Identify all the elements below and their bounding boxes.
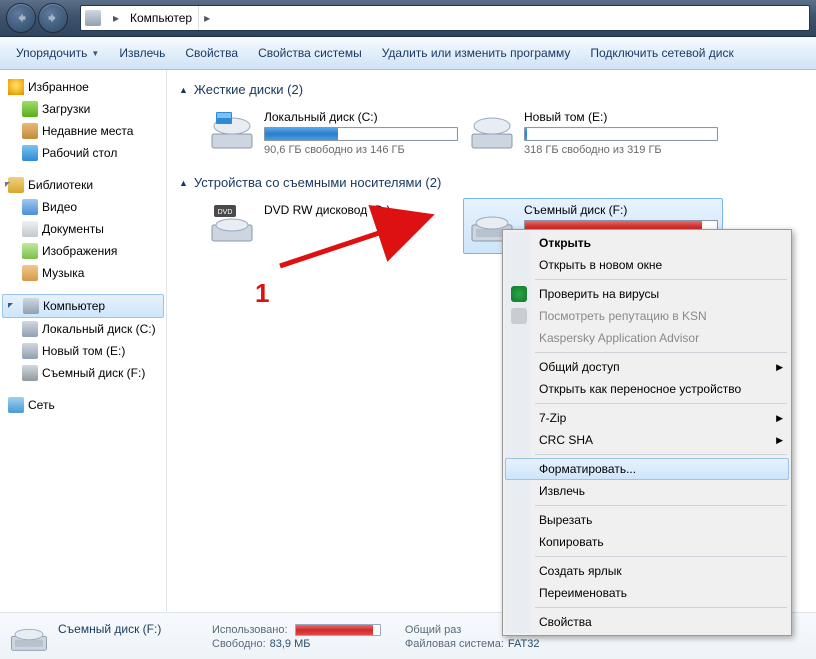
hdd-icon xyxy=(22,343,38,359)
status-used-label: Использовано: xyxy=(212,624,288,636)
ctx-open-portable[interactable]: Открыть как переносное устройство xyxy=(505,378,789,400)
ctx-kaspersky-advisor: Kaspersky Application Advisor xyxy=(505,327,789,349)
removable-disk-icon xyxy=(8,617,50,655)
eject-button[interactable]: Извлечь xyxy=(109,37,175,69)
breadcrumb-chevron-icon[interactable]: ▸ xyxy=(199,11,215,25)
capacity-bar xyxy=(264,127,458,141)
forward-button[interactable] xyxy=(38,3,68,33)
removable-disk-icon xyxy=(22,365,38,381)
recent-icon xyxy=(22,123,38,139)
collapse-caret-icon[interactable]: ▲ xyxy=(179,178,188,188)
ctx-eject[interactable]: Извлечь xyxy=(505,480,789,502)
nav-favorites[interactable]: Избранное xyxy=(0,76,166,98)
downloads-icon xyxy=(22,101,38,117)
status-drive-name: Съемный диск (F:) xyxy=(58,622,188,636)
drive-label: DVD RW дисковод (D:) xyxy=(264,203,458,217)
drive-label: Съемный диск (F:) xyxy=(524,203,718,217)
nav-desktop[interactable]: Рабочий стол xyxy=(0,142,166,164)
status-fs-label: Файловая система: xyxy=(405,638,504,650)
capacity-bar xyxy=(524,127,718,141)
nav-pictures[interactable]: Изображения xyxy=(0,240,166,262)
ctx-cut[interactable]: Вырезать xyxy=(505,509,789,531)
hdd-icon xyxy=(208,110,256,152)
submenu-arrow-icon: ▶ xyxy=(776,413,783,424)
ctx-format[interactable]: Форматировать... xyxy=(505,458,789,480)
shield-icon xyxy=(511,286,527,302)
ctx-open[interactable]: Открыть xyxy=(505,232,789,254)
back-button[interactable] xyxy=(6,3,36,33)
nav-local-disk-c[interactable]: Локальный диск (C:) xyxy=(0,318,166,340)
dvd-drive-icon: DVD xyxy=(208,203,256,245)
nav-downloads[interactable]: Загрузки xyxy=(0,98,166,120)
uninstall-button[interactable]: Удалить или изменить программу xyxy=(372,37,581,69)
drive-new-volume-e[interactable]: Новый том (E:) 318 ГБ свободно из 319 ГБ xyxy=(463,105,723,161)
status-size-label: Общий раз xyxy=(405,624,461,636)
desktop-icon xyxy=(22,145,38,161)
nav-computer[interactable]: Компьютер xyxy=(2,294,164,318)
ctx-create-shortcut[interactable]: Создать ярлык xyxy=(505,560,789,582)
shield-grey-icon xyxy=(511,308,527,324)
ctx-7zip[interactable]: 7-Zip▶ xyxy=(505,407,789,429)
status-fs-value: FAT32 xyxy=(508,638,540,650)
ctx-rename[interactable]: Переименовать xyxy=(505,582,789,604)
free-space-text: 318 ГБ свободно из 319 ГБ xyxy=(524,144,718,156)
explorer-window: ▸ Компьютер ▸ Упорядочить▼ Извлечь Свойс… xyxy=(0,0,816,659)
navigation-pane: Избранное Загрузки Недавние места Рабочи… xyxy=(0,70,167,630)
nav-libraries[interactable]: Библиотеки xyxy=(0,174,166,196)
address-bar[interactable]: ▸ Компьютер ▸ xyxy=(80,5,810,31)
ctx-ksn-reputation: Посмотреть репутацию в KSN xyxy=(505,305,789,327)
drive-local-c[interactable]: Локальный диск (C:) 90,6 ГБ свободно из … xyxy=(203,105,463,161)
properties-button[interactable]: Свойства xyxy=(175,37,248,69)
context-menu: Открыть Открыть в новом окне Проверить н… xyxy=(502,229,792,636)
submenu-arrow-icon: ▶ xyxy=(776,362,783,373)
nav-new-volume-e[interactable]: Новый том (E:) xyxy=(0,340,166,362)
ctx-copy[interactable]: Копировать xyxy=(505,531,789,553)
svg-text:DVD: DVD xyxy=(218,209,233,216)
nav-removable-f[interactable]: Съемный диск (F:) xyxy=(0,362,166,384)
system-properties-button[interactable]: Свойства системы xyxy=(248,37,372,69)
section-hard-disks[interactable]: ▲ Жесткие диски (2) xyxy=(179,82,804,97)
submenu-arrow-icon: ▶ xyxy=(776,435,783,446)
music-icon xyxy=(22,265,38,281)
ctx-open-new-window[interactable]: Открыть в новом окне xyxy=(505,254,789,276)
drive-dvd-d[interactable]: DVD DVD RW дисковод (D:) xyxy=(203,198,463,254)
hdd-icon xyxy=(468,110,516,152)
ctx-crc-sha[interactable]: CRC SHA▶ xyxy=(505,429,789,451)
star-icon xyxy=(8,79,24,95)
nav-documents[interactable]: Документы xyxy=(0,218,166,240)
computer-icon xyxy=(85,10,101,26)
status-free-value: 83,9 МБ xyxy=(270,638,311,650)
ctx-properties[interactable]: Свойства xyxy=(505,611,789,633)
drive-label: Локальный диск (C:) xyxy=(264,110,458,124)
collapse-caret-icon[interactable]: ▲ xyxy=(179,85,188,95)
titlebar: ▸ Компьютер ▸ xyxy=(0,0,816,37)
computer-icon xyxy=(23,298,39,314)
organize-menu[interactable]: Упорядочить▼ xyxy=(6,37,109,69)
map-drive-button[interactable]: Подключить сетевой диск xyxy=(580,37,743,69)
ctx-share[interactable]: Общий доступ▶ xyxy=(505,356,789,378)
breadcrumb-chevron-icon[interactable]: ▸ xyxy=(108,11,124,25)
pictures-icon xyxy=(22,243,38,259)
expand-caret-icon[interactable] xyxy=(4,181,13,190)
video-icon xyxy=(22,199,38,215)
hdd-icon xyxy=(22,321,38,337)
nav-videos[interactable]: Видео xyxy=(0,196,166,218)
documents-icon xyxy=(22,221,38,237)
status-free-label: Свободно: xyxy=(212,638,266,650)
nav-music[interactable]: Музыка xyxy=(0,262,166,284)
nav-recent[interactable]: Недавние места xyxy=(0,120,166,142)
section-removable[interactable]: ▲ Устройства со съемными носителями (2) xyxy=(179,175,804,190)
drive-label: Новый том (E:) xyxy=(524,110,718,124)
nav-network[interactable]: Сеть xyxy=(0,394,166,416)
network-icon xyxy=(8,397,24,413)
command-bar: Упорядочить▼ Извлечь Свойства Свойства с… xyxy=(0,37,816,70)
expand-caret-icon[interactable] xyxy=(7,302,16,311)
free-space-text: 90,6 ГБ свободно из 146 ГБ xyxy=(264,144,458,156)
breadcrumb-computer[interactable]: Компьютер xyxy=(124,6,199,30)
ctx-scan-virus[interactable]: Проверить на вирусы xyxy=(505,283,789,305)
status-used-bar xyxy=(295,624,381,636)
